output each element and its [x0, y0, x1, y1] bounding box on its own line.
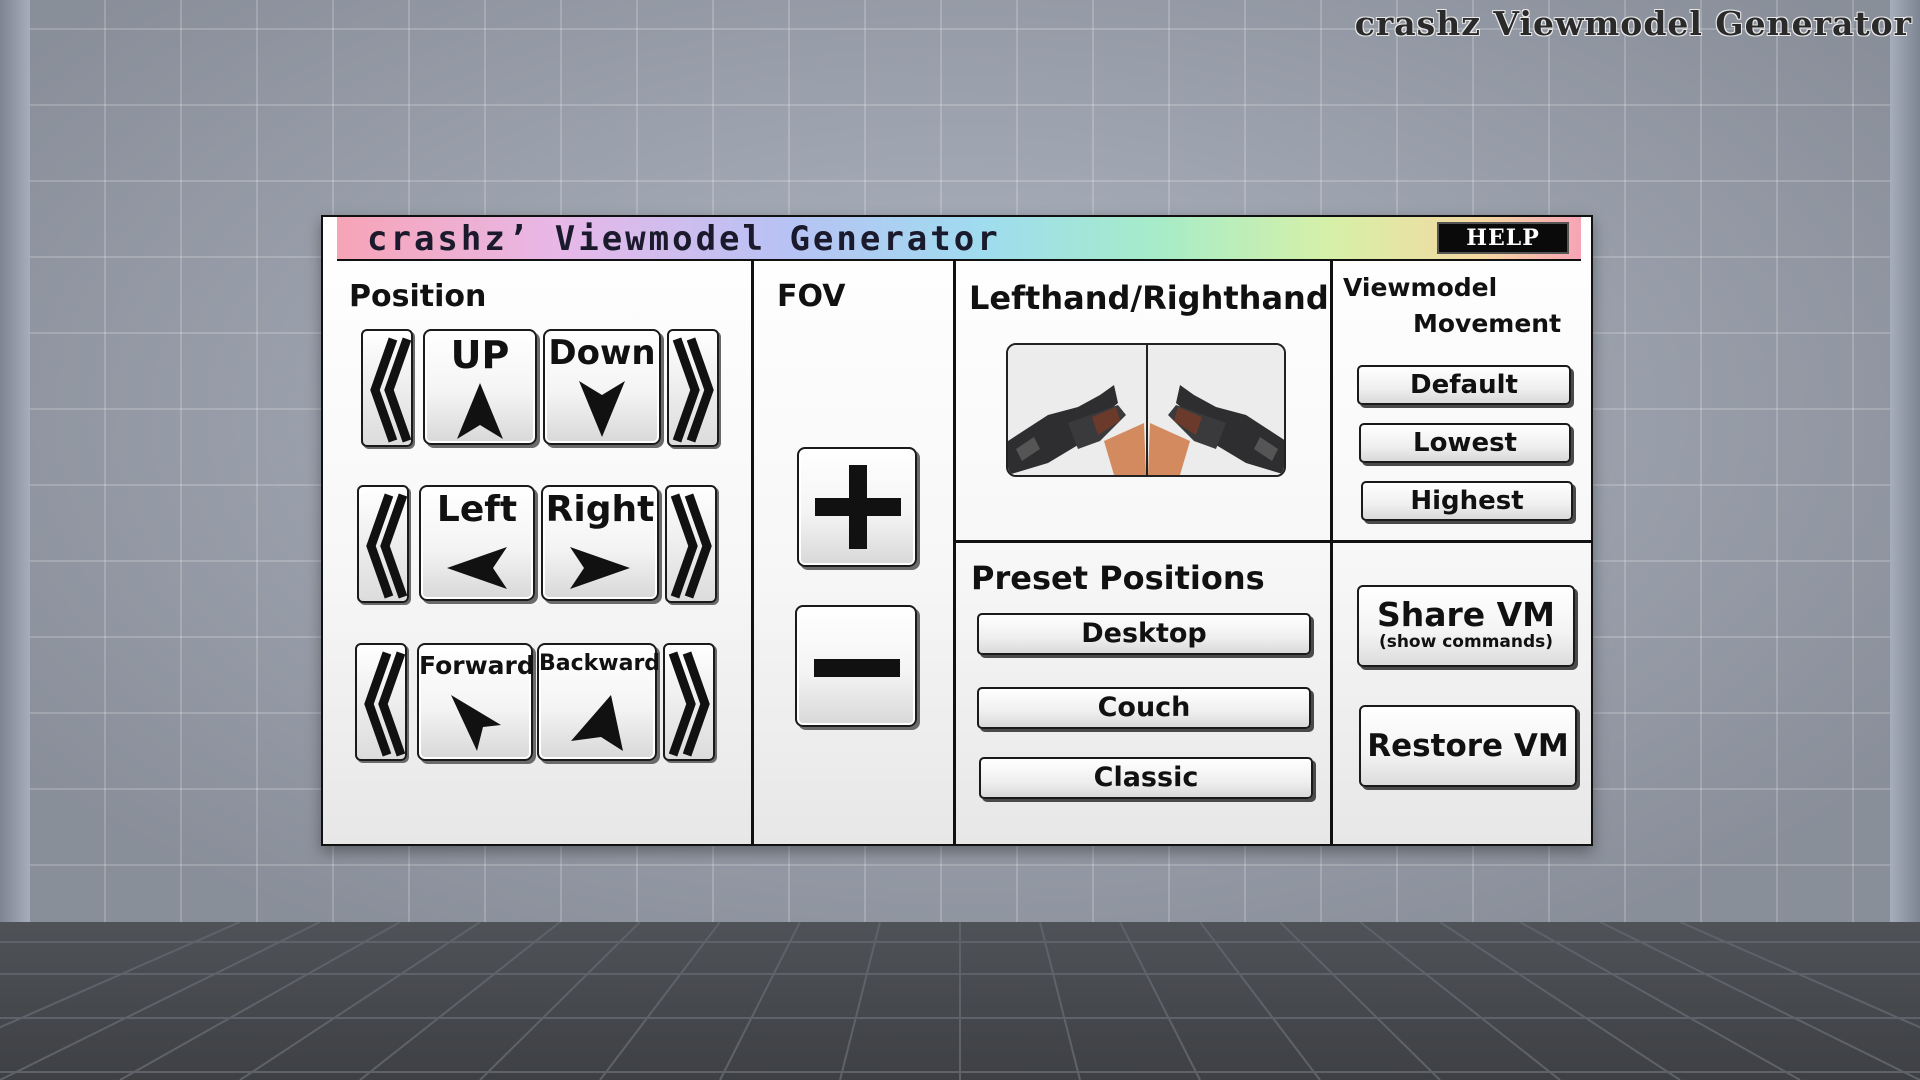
righthand-preview[interactable]: [1148, 345, 1284, 475]
position-right-button[interactable]: Right: [541, 485, 659, 601]
position-up-button[interactable]: UP: [423, 329, 537, 445]
position-left-fast-button[interactable]: [357, 485, 409, 603]
floor-grid: [0, 922, 1920, 1080]
position-left-label: Left: [436, 489, 518, 530]
fov-decrease-button[interactable]: [795, 605, 917, 727]
wall-edge-right: [1890, 0, 1920, 922]
position-right-fast-button[interactable]: [665, 485, 717, 603]
title-bar: crashz’ Viewmodel Generator HELP: [337, 217, 1581, 261]
board-title: crashz’ Viewmodel Generator: [367, 219, 1001, 259]
preset-desktop-button[interactable]: Desktop: [977, 613, 1311, 655]
double-chevron-left-icon: [366, 493, 408, 599]
plus-icon: [815, 465, 901, 549]
position-forward-button[interactable]: Forward: [417, 643, 535, 761]
rifle-righthand-icon: [1148, 345, 1284, 475]
share-vm-sublabel: (show commands): [1378, 632, 1554, 652]
hand-toggle-button[interactable]: [1006, 343, 1286, 477]
double-chevron-right-icon: [672, 337, 714, 443]
position-left-button[interactable]: Left: [419, 485, 535, 601]
arrow-left-icon: [447, 547, 507, 589]
position-right-label: Right: [545, 489, 655, 530]
fov-increase-button[interactable]: [797, 447, 917, 567]
wall-edge-left: [0, 0, 30, 922]
movement-lowest-button[interactable]: Lowest: [1359, 423, 1571, 463]
fov-label: FOV: [777, 279, 846, 314]
rifle-lefthand-icon: [1008, 345, 1146, 475]
arrow-right-icon: [570, 547, 630, 589]
divider-horizontal: [953, 540, 1591, 543]
help-button[interactable]: HELP: [1437, 222, 1569, 254]
position-label: Position: [349, 279, 487, 314]
share-vm-label: Share VM: [1376, 595, 1556, 634]
movement-highest-button[interactable]: Highest: [1361, 481, 1573, 521]
share-vm-button[interactable]: Share VM (show commands): [1357, 585, 1575, 667]
arrow-down-icon: [579, 381, 625, 437]
floor: [0, 922, 1920, 1080]
arrow-up-icon: [457, 383, 503, 439]
hands-label: Lefthand/Righthand: [969, 279, 1329, 317]
position-forward-label: Forward: [419, 651, 535, 680]
double-chevron-left-icon: [370, 337, 412, 443]
position-backward-fast-button[interactable]: [663, 643, 715, 761]
viewmodel-generator-board: crashz’ Viewmodel Generator HELP Positio…: [321, 215, 1593, 846]
movement-default-button[interactable]: Default: [1357, 365, 1571, 405]
preset-classic-button[interactable]: Classic: [979, 757, 1313, 799]
position-backward-label: Backward: [539, 651, 661, 676]
position-up-label: UP: [450, 333, 510, 377]
movement-label-line2: Movement: [1413, 309, 1562, 338]
divider-position-fov: [751, 259, 754, 844]
divider-hands-movement: [1330, 259, 1333, 844]
double-chevron-left-icon: [364, 651, 406, 757]
double-chevron-right-icon: [670, 493, 712, 599]
presets-label: Preset Positions: [971, 559, 1265, 597]
arrow-forward-icon: [451, 695, 501, 751]
double-chevron-right-icon: [668, 651, 710, 757]
hud-title: crashz Viewmodel Generator: [1354, 4, 1912, 43]
position-up-fast-button[interactable]: [361, 329, 413, 447]
position-down-fast-button[interactable]: [667, 329, 719, 447]
minus-icon: [814, 659, 900, 677]
position-down-button[interactable]: Down: [543, 329, 661, 445]
arrow-backward-icon: [571, 695, 623, 751]
movement-label-line1: Viewmodel: [1343, 273, 1498, 302]
restore-vm-button[interactable]: Restore VM: [1359, 705, 1577, 787]
divider-fov-hands: [953, 259, 956, 844]
lefthand-preview[interactable]: [1008, 345, 1146, 475]
position-down-label: Down: [548, 333, 656, 373]
position-forward-fast-button[interactable]: [355, 643, 407, 761]
position-backward-button[interactable]: Backward: [537, 643, 661, 761]
preset-couch-button[interactable]: Couch: [977, 687, 1311, 729]
